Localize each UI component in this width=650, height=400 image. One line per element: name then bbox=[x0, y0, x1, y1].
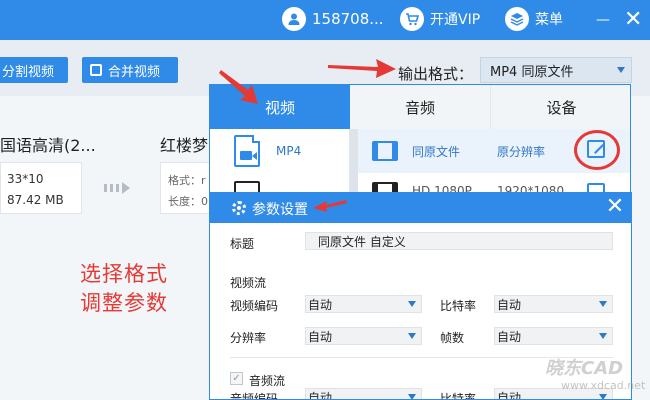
menu-label: 菜单 bbox=[535, 12, 563, 28]
watermark-logo: 晓东CAD bbox=[545, 358, 624, 379]
cart-icon bbox=[400, 7, 424, 31]
tab-audio[interactable]: 音频 bbox=[350, 85, 491, 129]
file-size: 87.42 MB bbox=[7, 193, 64, 207]
user-id: 158708... bbox=[312, 10, 384, 28]
dialog-title: 参数设置 bbox=[252, 202, 308, 218]
title-bar: 158708... 开通VIP 菜单 — ✕ bbox=[0, 0, 650, 40]
vip-label: 开通VIP bbox=[430, 12, 481, 28]
format-panel: 视频 音频 设备 MP4 同原文件 原分辨率 HD 1080P 1920*108… bbox=[209, 84, 631, 204]
audio-codec-select[interactable]: 自动 bbox=[305, 388, 422, 400]
output-format-label: 输出格式： bbox=[398, 65, 474, 83]
audio-bitrate-label: 比特率 bbox=[440, 392, 477, 400]
file-length: 长度：0 bbox=[168, 195, 208, 208]
resolution-label: 分辨率 bbox=[230, 331, 267, 345]
minimize-button[interactable]: — bbox=[594, 12, 612, 28]
pointer-arrow-icon bbox=[219, 70, 258, 104]
chevron-down-icon bbox=[408, 333, 416, 339]
resolution-select[interactable]: 自动 bbox=[305, 327, 422, 345]
video-stream-heading: 视频流 bbox=[230, 276, 267, 290]
select-value: 自动 bbox=[308, 329, 333, 344]
format-item-label: MP4 bbox=[276, 144, 302, 158]
gear-icon bbox=[232, 201, 246, 215]
close-window-button[interactable]: ✕ bbox=[624, 7, 642, 32]
title-input[interactable]: 同原文件 自定义 bbox=[305, 232, 613, 250]
preset-resolution: 原分辨率 bbox=[497, 145, 546, 159]
edit-icon[interactable] bbox=[587, 140, 605, 158]
annotation-text: 选择格式 bbox=[80, 262, 168, 286]
watermark-url: www.xdcad.net bbox=[561, 379, 646, 392]
split-video-button[interactable]: 分割视频 bbox=[0, 57, 68, 83]
vip-button[interactable]: 开通VIP bbox=[400, 7, 480, 31]
tab-device[interactable]: 设备 bbox=[491, 85, 630, 129]
chevron-down-icon bbox=[599, 301, 607, 307]
video-codec-select[interactable]: 自动 bbox=[305, 295, 422, 313]
fps-label: 帧数 bbox=[440, 331, 465, 345]
pointer-arrow-icon bbox=[313, 200, 347, 212]
file-info-box: 33*10 87.42 MB bbox=[0, 162, 82, 214]
output-format-value: MP4 同原文件 bbox=[490, 64, 574, 80]
select-value: 自动 bbox=[497, 329, 522, 344]
layers-icon bbox=[505, 7, 529, 31]
select-value: 自动 bbox=[308, 297, 333, 312]
close-dialog-button[interactable]: ✕ bbox=[604, 194, 626, 219]
annotation-text: 调整参数 bbox=[80, 291, 168, 315]
file-info-box: 格式：r 长度：0 bbox=[160, 162, 210, 214]
select-value: 自动 bbox=[497, 390, 522, 400]
file-title: 国语高清(2... bbox=[0, 136, 96, 155]
audio-codec-label: 音频编码 bbox=[230, 392, 279, 400]
bitrate-label: 比特率 bbox=[440, 299, 477, 313]
convert-arrow-icon bbox=[104, 182, 130, 194]
bitrate-select[interactable]: 自动 bbox=[494, 295, 613, 313]
audio-stream-heading: 音频流 bbox=[249, 374, 286, 388]
output-format-select[interactable]: MP4 同原文件 bbox=[480, 57, 632, 83]
merge-video-label: 合并视频 bbox=[108, 64, 161, 80]
fps-select[interactable]: 自动 bbox=[494, 327, 613, 345]
film-icon bbox=[372, 141, 398, 161]
menu-button[interactable]: 菜单 bbox=[505, 7, 563, 31]
chevron-down-icon bbox=[408, 394, 416, 399]
file-title: 红楼梦 bbox=[160, 136, 209, 155]
select-value: 自动 bbox=[497, 297, 522, 312]
user-icon bbox=[282, 7, 306, 31]
dialog-header: 参数设置 ✕ bbox=[210, 193, 631, 223]
pointer-arrow-icon bbox=[328, 59, 396, 78]
chevron-down-icon bbox=[617, 67, 625, 73]
video-codec-label: 视频编码 bbox=[230, 299, 279, 313]
title-label: 标题 bbox=[230, 237, 255, 251]
preset-name: 同原文件 bbox=[412, 145, 461, 159]
audio-stream-checkbox[interactable]: ✓ bbox=[230, 372, 243, 385]
select-value: 自动 bbox=[308, 390, 333, 400]
format-item-mp4[interactable]: MP4 bbox=[234, 135, 301, 167]
chevron-down-icon bbox=[408, 301, 416, 307]
chevron-down-icon bbox=[599, 333, 607, 339]
file-format: 格式：r bbox=[168, 174, 206, 187]
file-info-line: 33*10 bbox=[7, 172, 44, 186]
user-account[interactable]: 158708... bbox=[282, 7, 384, 31]
merge-video-button[interactable]: 合并视频 bbox=[82, 57, 178, 83]
video-file-icon bbox=[234, 135, 260, 167]
merge-icon bbox=[90, 64, 102, 76]
chevron-down-icon bbox=[599, 394, 607, 399]
